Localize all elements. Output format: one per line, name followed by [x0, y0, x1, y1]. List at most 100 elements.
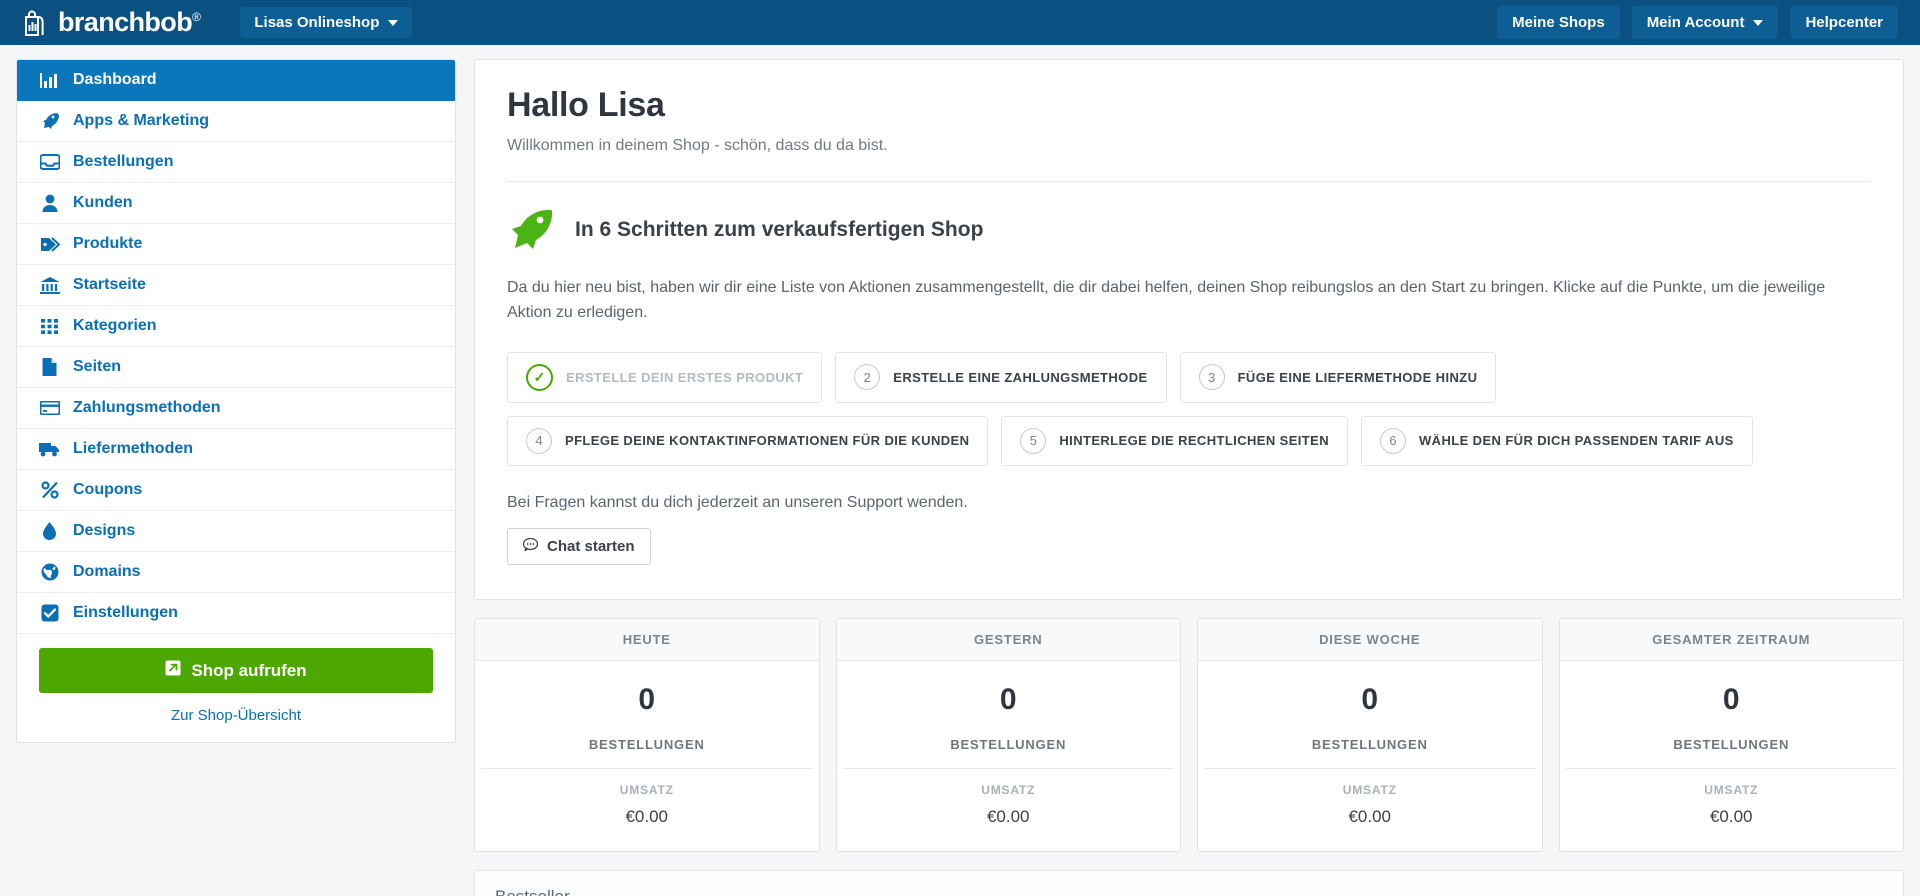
- nav-mein-account[interactable]: Mein Account: [1632, 6, 1779, 39]
- sidebar-item-dashboard[interactable]: Dashboard: [17, 60, 455, 101]
- chat-bubble-icon: [523, 538, 538, 555]
- brand-logo[interactable]: branchbob®: [22, 9, 200, 37]
- stat-label: BESTELLUNGEN: [1566, 737, 1898, 752]
- percent-icon: [39, 481, 60, 499]
- sidebar-item-kategorien[interactable]: Kategorien: [17, 306, 455, 347]
- sidebar-item-zahlungsmethoden[interactable]: Zahlungsmethoden: [17, 388, 455, 429]
- shop-selector-label: Lisas Onlineshop: [254, 14, 379, 31]
- sidebar-item-domains[interactable]: Domains: [17, 552, 455, 593]
- tag-icon: [39, 235, 60, 253]
- sidebar-footer: Shop aufrufen Zur Shop-Übersicht: [17, 634, 455, 742]
- sidebar-item-label: Coupons: [73, 481, 142, 499]
- shopping-bag-icon: [22, 9, 49, 37]
- step-4-label: PFLEGE DEINE KONTAKTINFORMATIONEN FÜR DI…: [565, 433, 969, 448]
- top-navigation-bar: branchbob® Lisas Onlineshop Meine Shops …: [0, 0, 1920, 45]
- sidebar-item-startseite[interactable]: Startseite: [17, 265, 455, 306]
- stat-period-label: GESAMTER ZEITRAUM: [1560, 619, 1904, 661]
- credit-card-icon: [39, 399, 60, 417]
- onboarding-header: In 6 Schritten zum verkaufsfertigen Shop: [507, 208, 1871, 252]
- nav-meine-shops-label: Meine Shops: [1512, 14, 1605, 31]
- stat-sub-value: €0.00: [1566, 797, 1898, 835]
- sidebar-item-label: Kunden: [73, 194, 133, 212]
- step-2-label: ERSTELLE EINE ZAHLUNGSMETHODE: [893, 370, 1147, 385]
- stat-value: 0: [1204, 683, 1536, 717]
- sidebar-item-seiten[interactable]: Seiten: [17, 347, 455, 388]
- truck-icon: [39, 440, 60, 458]
- nav-helpcenter[interactable]: Helpcenter: [1790, 6, 1898, 39]
- stat-card-gestern: GESTERN 0 BESTELLUNGEN UMSATZ €0.00: [836, 618, 1182, 852]
- step-3[interactable]: 3 FÜGE EINE LIEFERMETHODE HINZU: [1180, 352, 1497, 403]
- file-icon: [39, 358, 60, 376]
- sidebar-item-label: Startseite: [73, 276, 146, 294]
- stat-body: 0 BESTELLUNGEN UMSATZ €0.00: [475, 661, 819, 851]
- main-content: Hallo Lisa Willkommen in deinem Shop - s…: [474, 59, 1904, 896]
- sidebar-item-label: Zahlungsmethoden: [73, 399, 221, 417]
- sidebar-item-coupons[interactable]: Coupons: [17, 470, 455, 511]
- sidebar-item-kunden[interactable]: Kunden: [17, 183, 455, 224]
- sidebar-item-label: Domains: [73, 563, 141, 581]
- stat-sub-value: €0.00: [1204, 797, 1536, 835]
- step-6-number: 6: [1380, 428, 1406, 454]
- sidebar-item-produkte[interactable]: Produkte: [17, 224, 455, 265]
- stat-sub-value: €0.00: [481, 797, 813, 835]
- external-link-icon: [165, 660, 181, 681]
- sidebar-item-designs[interactable]: Designs: [17, 511, 455, 552]
- check-circle-icon: ✓: [526, 364, 553, 391]
- stat-period-label: HEUTE: [475, 619, 819, 661]
- step-1[interactable]: ✓ ERSTELLE DEIN ERSTES PRODUKT: [507, 352, 822, 403]
- nav-meine-shops[interactable]: Meine Shops: [1497, 6, 1620, 39]
- sidebar-item-label: Kategorien: [73, 317, 157, 335]
- droplet-icon: [39, 522, 60, 540]
- step-6[interactable]: 6 WÄHLE DEN FÜR DICH PASSENDEN TARIF AUS: [1361, 416, 1753, 466]
- stat-label: BESTELLUNGEN: [481, 737, 813, 752]
- step-1-label: ERSTELLE DEIN ERSTES PRODUKT: [566, 370, 803, 385]
- start-chat-button-label: Chat starten: [547, 538, 635, 555]
- stat-sub-label: UMSATZ: [843, 769, 1175, 797]
- onboarding-description: Da du hier neu bist, haben wir dir eine …: [507, 276, 1837, 326]
- sidebar-item-label: Einstellungen: [73, 604, 178, 622]
- nav-mein-account-label: Mein Account: [1647, 14, 1745, 31]
- inbox-icon: [39, 153, 60, 171]
- sidebar-item-label: Designs: [73, 522, 135, 540]
- step-4-number: 4: [526, 428, 552, 454]
- shop-overview-link[interactable]: Zur Shop-Übersicht: [39, 707, 433, 724]
- registered-mark: ®: [192, 10, 200, 24]
- user-icon: [39, 194, 60, 212]
- sidebar-item-apps-marketing[interactable]: Apps & Marketing: [17, 101, 455, 142]
- divider: [507, 181, 1871, 182]
- sidebar-item-label: Liefermethoden: [73, 440, 193, 458]
- nav-helpcenter-label: Helpcenter: [1805, 14, 1883, 31]
- stat-period-label: DIESE WOCHE: [1198, 619, 1542, 661]
- brand-name: branchbob®: [58, 9, 200, 36]
- step-5-label: HINTERLEGE DIE RECHTLICHEN SEITEN: [1059, 433, 1329, 448]
- shop-selector-dropdown[interactable]: Lisas Onlineshop: [240, 7, 412, 38]
- sidebar-item-label: Dashboard: [73, 71, 157, 89]
- sidebar-item-label: Apps & Marketing: [73, 112, 209, 130]
- chevron-down-icon: [1753, 20, 1763, 26]
- open-shop-button[interactable]: Shop aufrufen: [39, 648, 433, 693]
- sidebar-item-label: Produkte: [73, 235, 142, 253]
- bestseller-title: Bestseller: [475, 871, 1903, 896]
- step-4[interactable]: 4 PFLEGE DEINE KONTAKTINFORMATIONEN FÜR …: [507, 416, 988, 466]
- stat-label: BESTELLUNGEN: [1204, 737, 1536, 752]
- page-title: Hallo Lisa: [507, 86, 1871, 125]
- sidebar-item-einstellungen[interactable]: Einstellungen: [17, 593, 455, 634]
- step-5[interactable]: 5 HINTERLEGE DIE RECHTLICHEN SEITEN: [1001, 416, 1348, 466]
- stat-value: 0: [843, 683, 1175, 717]
- stat-body: 0 BESTELLUNGEN UMSATZ €0.00: [837, 661, 1181, 851]
- stat-card-diese-woche: DIESE WOCHE 0 BESTELLUNGEN UMSATZ €0.00: [1197, 618, 1543, 852]
- sidebar-item-liefermethoden[interactable]: Liefermethoden: [17, 429, 455, 470]
- step-5-number: 5: [1020, 428, 1046, 454]
- welcome-card: Hallo Lisa Willkommen in deinem Shop - s…: [474, 59, 1904, 600]
- step-2[interactable]: 2 ERSTELLE EINE ZAHLUNGSMETHODE: [835, 352, 1166, 403]
- sidebar-item-bestellungen[interactable]: Bestellungen: [17, 142, 455, 183]
- stat-body: 0 BESTELLUNGEN UMSATZ €0.00: [1560, 661, 1904, 851]
- bestseller-panel: Bestseller RANKING PRODUKT VERKÄUFE: [474, 870, 1904, 896]
- globe-icon: [39, 563, 60, 581]
- sidebar-item-label: Bestellungen: [73, 153, 173, 171]
- stat-sub-value: €0.00: [843, 797, 1175, 835]
- stat-value: 0: [481, 683, 813, 717]
- onboarding-steps: ✓ ERSTELLE DEIN ERSTES PRODUKT 2 ERSTELL…: [507, 352, 1871, 466]
- rocket-icon: [507, 208, 555, 252]
- start-chat-button[interactable]: Chat starten: [507, 528, 651, 565]
